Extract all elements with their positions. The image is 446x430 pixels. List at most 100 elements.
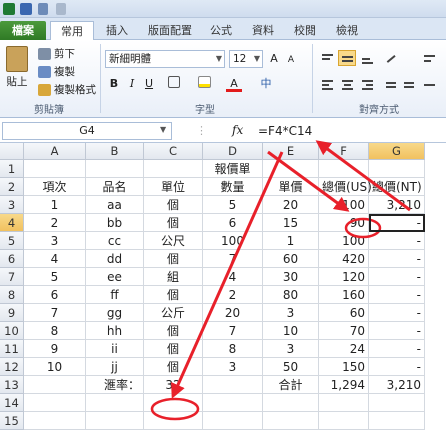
active-cell[interactable]: - xyxy=(369,214,425,232)
cell-f10[interactable]: 70 xyxy=(319,322,369,340)
row-header-6[interactable]: 6 xyxy=(0,250,24,268)
cell-a1[interactable] xyxy=(24,160,86,178)
row-header-14[interactable]: 14 xyxy=(0,394,24,412)
cell-f8[interactable]: 160 xyxy=(319,286,369,304)
cell-a8[interactable]: 6 xyxy=(24,286,86,304)
cell-b6[interactable]: dd xyxy=(86,250,144,268)
insert-function-button[interactable]: fx xyxy=(232,123,243,137)
cell-g12[interactable]: - xyxy=(369,358,425,376)
cell-d6[interactable]: 7 xyxy=(203,250,263,268)
cell-d9[interactable]: 20 xyxy=(203,304,263,322)
cell-c8[interactable]: 個 xyxy=(144,286,203,304)
cell-a12[interactable]: 10 xyxy=(24,358,86,376)
merge-center-button[interactable] xyxy=(420,76,438,92)
column-header-d[interactable]: D xyxy=(203,143,263,160)
cell-e6[interactable]: 60 xyxy=(263,250,319,268)
cell-b1[interactable] xyxy=(86,160,144,178)
cell-c13[interactable]: 32 xyxy=(144,376,203,394)
cell-d12[interactable]: 3 xyxy=(203,358,263,376)
borders-button[interactable] xyxy=(166,76,182,92)
cell-e1[interactable] xyxy=(263,160,319,178)
row-header-10[interactable]: 10 xyxy=(0,322,24,340)
align-bottom-button[interactable] xyxy=(358,50,376,66)
tab-insert[interactable]: 插入 xyxy=(98,21,136,40)
fill-color-button[interactable] xyxy=(196,76,212,92)
cell-a13[interactable] xyxy=(24,376,86,394)
cell-g7[interactable]: - xyxy=(369,268,425,286)
cell-f14[interactable] xyxy=(319,394,369,412)
cell-g11[interactable]: - xyxy=(369,340,425,358)
font-size-select[interactable]: 12 ▼ xyxy=(229,50,263,68)
cell-d14[interactable] xyxy=(203,394,263,412)
decrease-indent-button[interactable] xyxy=(382,76,400,92)
cell-e9[interactable]: 3 xyxy=(263,304,319,322)
cell-a5[interactable]: 3 xyxy=(24,232,86,250)
cell-g10[interactable]: - xyxy=(369,322,425,340)
cell-b5[interactable]: cc xyxy=(86,232,144,250)
cell-g13[interactable]: 3,210 xyxy=(369,376,425,394)
cell-g15[interactable] xyxy=(369,412,425,430)
align-right-button[interactable] xyxy=(358,76,376,92)
cell-c11[interactable]: 個 xyxy=(144,340,203,358)
cut-button[interactable]: 剪下 xyxy=(38,46,75,61)
cell-d13[interactable] xyxy=(203,376,263,394)
font-name-select[interactable]: 新細明體 ▼ xyxy=(105,50,225,68)
cell-d10[interactable]: 7 xyxy=(203,322,263,340)
cell-a6[interactable]: 4 xyxy=(24,250,86,268)
align-left-button[interactable] xyxy=(318,76,336,92)
save-icon[interactable] xyxy=(20,3,32,15)
cell-c15[interactable] xyxy=(144,412,203,430)
align-center-button[interactable] xyxy=(338,76,356,92)
row-header-1[interactable]: 1 xyxy=(0,160,24,178)
cell-c5[interactable]: 公尺 xyxy=(144,232,203,250)
cell-f11[interactable]: 24 xyxy=(319,340,369,358)
row-header-15[interactable]: 15 xyxy=(0,412,24,430)
cell-e12[interactable]: 50 xyxy=(263,358,319,376)
cell-d11[interactable]: 8 xyxy=(203,340,263,358)
cell-d2[interactable]: 數量 xyxy=(203,178,263,196)
format-painter-button[interactable]: 複製格式 xyxy=(38,82,96,97)
row-header-11[interactable]: 11 xyxy=(0,340,24,358)
cell-f1[interactable] xyxy=(319,160,369,178)
column-header-e[interactable]: E xyxy=(263,143,319,160)
shrink-font-button[interactable]: A xyxy=(283,52,299,68)
cell-c4[interactable]: 個 xyxy=(144,214,203,232)
cell-b13[interactable]: 滙率： xyxy=(86,376,144,394)
cell-a4[interactable]: 2 xyxy=(24,214,86,232)
cell-c2[interactable]: 單位 xyxy=(144,178,203,196)
undo-icon[interactable] xyxy=(38,3,48,15)
cell-e11[interactable]: 3 xyxy=(263,340,319,358)
cell-f15[interactable] xyxy=(319,412,369,430)
cell-a9[interactable]: 7 xyxy=(24,304,86,322)
cell-c12[interactable]: 個 xyxy=(144,358,203,376)
cell-a10[interactable]: 8 xyxy=(24,322,86,340)
cell-c7[interactable]: 組 xyxy=(144,268,203,286)
column-header-b[interactable]: B xyxy=(86,143,144,160)
increase-indent-button[interactable] xyxy=(400,76,418,92)
cell-f6[interactable]: 420 xyxy=(319,250,369,268)
row-header-4[interactable]: 4 xyxy=(0,214,24,232)
select-all-corner[interactable] xyxy=(0,143,24,160)
cell-e3[interactable]: 20 xyxy=(263,196,319,214)
cell-d8[interactable]: 2 xyxy=(203,286,263,304)
column-header-a[interactable]: A xyxy=(24,143,86,160)
cell-a2[interactable]: 項次 xyxy=(24,178,86,196)
tab-file[interactable]: 檔案 xyxy=(0,21,46,40)
cell-c6[interactable]: 個 xyxy=(144,250,203,268)
cell-c14[interactable] xyxy=(144,394,203,412)
cell-b10[interactable]: hh xyxy=(86,322,144,340)
cell-e2[interactable]: 單價 xyxy=(263,178,319,196)
cell-d3[interactable]: 5 xyxy=(203,196,263,214)
name-box[interactable]: G4 xyxy=(2,122,172,140)
cell-a14[interactable] xyxy=(24,394,86,412)
cell-f4[interactable]: 90 xyxy=(319,214,369,232)
cell-c3[interactable]: 個 xyxy=(144,196,203,214)
cell-c9[interactable]: 公斤 xyxy=(144,304,203,322)
cell-g6[interactable]: - xyxy=(369,250,425,268)
tab-page-layout[interactable]: 版面配置 xyxy=(140,21,200,40)
cell-f12[interactable]: 150 xyxy=(319,358,369,376)
cell-c1[interactable] xyxy=(144,160,203,178)
cell-a15[interactable] xyxy=(24,412,86,430)
cell-d1[interactable]: 報價單 xyxy=(203,160,263,178)
cell-a7[interactable]: 5 xyxy=(24,268,86,286)
